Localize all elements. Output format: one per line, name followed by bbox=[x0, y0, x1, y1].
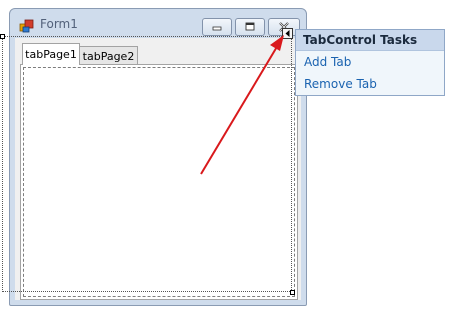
form-app-icon bbox=[19, 19, 34, 33]
tab-tabpage2[interactable]: tabPage2 bbox=[80, 46, 138, 65]
design-surface bbox=[23, 67, 295, 297]
minimize-button[interactable] bbox=[202, 18, 232, 36]
maximize-icon bbox=[245, 22, 255, 31]
resize-handle[interactable] bbox=[290, 290, 295, 295]
maximize-button[interactable] bbox=[235, 18, 265, 36]
smart-tag-button[interactable] bbox=[282, 28, 293, 39]
remove-tab-link[interactable]: Remove Tab bbox=[304, 77, 377, 91]
minimize-icon bbox=[212, 26, 222, 31]
title-bar[interactable]: Form1 bbox=[10, 9, 306, 39]
resize-handle[interactable] bbox=[0, 34, 5, 39]
tasks-panel-title: TabControl Tasks bbox=[296, 30, 444, 51]
tab-label: tabPage2 bbox=[82, 49, 135, 63]
form-window: Form1 tabPage1 tabPage2 bbox=[9, 8, 307, 306]
add-tab-link[interactable]: Add Tab bbox=[304, 55, 351, 69]
tasks-panel: TabControl Tasks Add Tab Remove Tab bbox=[295, 29, 445, 96]
smart-tag-arrow-icon bbox=[285, 30, 290, 37]
tab-page-content[interactable] bbox=[20, 64, 298, 300]
client-area: tabPage1 tabPage2 bbox=[15, 38, 301, 300]
tab-tabpage1[interactable]: tabPage1 bbox=[22, 43, 80, 65]
window-title: Form1 bbox=[40, 17, 78, 31]
tab-label: tabPage1 bbox=[25, 48, 77, 61]
